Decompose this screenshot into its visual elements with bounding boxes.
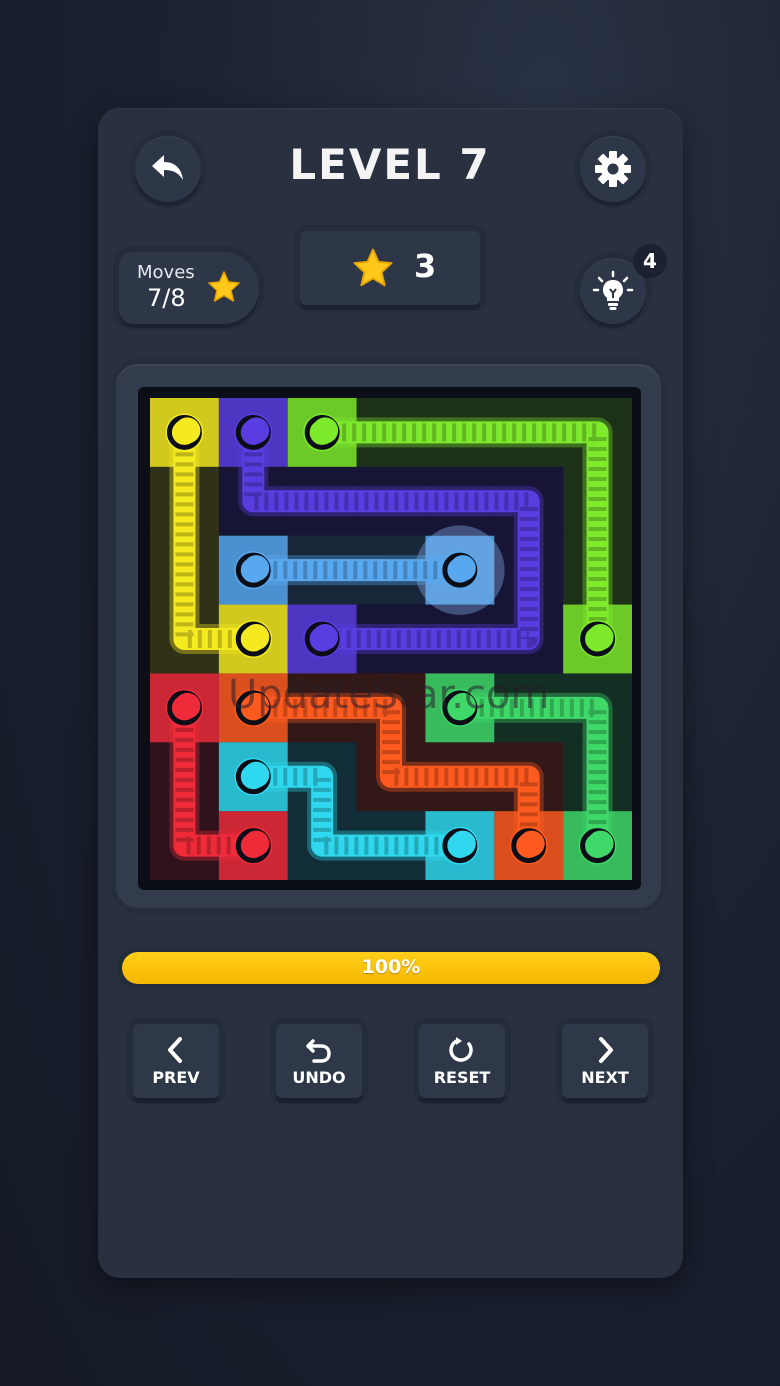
settings-button[interactable]	[580, 136, 646, 202]
level-title: LEVEL 7	[289, 140, 491, 189]
chevron-right-icon	[599, 1037, 613, 1063]
endpoint-peg[interactable]	[234, 413, 273, 452]
next-button[interactable]: NEXT	[562, 1024, 648, 1098]
endpoint-peg[interactable]	[303, 413, 342, 452]
reset-button[interactable]: RESET	[419, 1024, 505, 1098]
endpoint-peg[interactable]	[234, 620, 273, 658]
stars-display: 3	[300, 231, 480, 305]
endpoint-peg[interactable]	[509, 826, 548, 865]
progress-label: 100%	[361, 956, 421, 978]
prev-button[interactable]: PREV	[133, 1024, 219, 1098]
endpoint-peg[interactable]	[578, 826, 617, 865]
endpoint-peg[interactable]	[440, 551, 479, 590]
endpoint-peg[interactable]	[578, 620, 617, 658]
gear-icon	[595, 151, 631, 187]
endpoint-peg[interactable]	[165, 413, 204, 452]
star-icon	[353, 248, 393, 287]
star-icon	[208, 271, 240, 302]
watermark-text: UpdateStar.com	[228, 672, 550, 718]
next-label: NEXT	[581, 1068, 629, 1087]
endpoint-peg[interactable]	[234, 826, 273, 865]
undo-button[interactable]: UNDO	[276, 1024, 362, 1098]
endpoint-peg[interactable]	[165, 688, 204, 727]
moves-counter: Moves 7/8	[119, 252, 259, 324]
reset-icon	[449, 1037, 473, 1062]
undo-icon	[306, 1039, 331, 1063]
hint-count-badge: 4	[633, 244, 667, 278]
reset-label: RESET	[433, 1068, 491, 1087]
endpoint-peg[interactable]	[440, 826, 479, 865]
puzzle-board[interactable]	[150, 398, 632, 880]
moves-value: 7/8	[147, 284, 186, 312]
progress-bar: 100%	[122, 952, 660, 984]
stars-count: 3	[414, 247, 437, 285]
endpoint-peg[interactable]	[303, 620, 342, 658]
moves-label: Moves	[137, 262, 195, 283]
lightbulb-icon	[592, 270, 634, 310]
prev-label: PREV	[152, 1068, 200, 1087]
endpoint-peg[interactable]	[234, 757, 273, 796]
endpoint-peg[interactable]	[234, 551, 273, 590]
chevron-left-icon	[168, 1037, 182, 1063]
undo-label: UNDO	[292, 1068, 346, 1087]
